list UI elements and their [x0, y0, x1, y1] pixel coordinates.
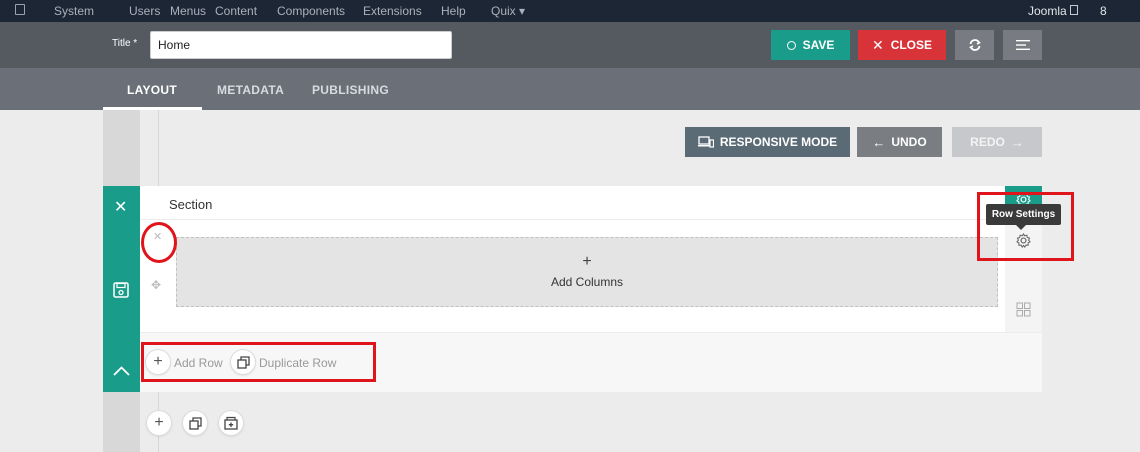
builder-gutter-bottom: [103, 392, 140, 452]
tab-layout[interactable]: LAYOUT: [127, 83, 177, 97]
move-row-icon[interactable]: ✥: [151, 278, 161, 292]
site-name-link[interactable]: Joomla: [1028, 4, 1067, 18]
title-label: Title *: [112, 38, 138, 49]
devices-icon: [697, 136, 714, 148]
undo-button[interactable]: ← UNDO: [857, 127, 942, 157]
menu-quix[interactable]: Quix ▾: [491, 4, 525, 18]
tab-metadata[interactable]: METADATA: [217, 83, 284, 97]
add-columns-plus-icon: +: [582, 253, 592, 270]
close-icon: ✕: [871, 36, 884, 53]
redo-label: REDO: [970, 135, 1005, 149]
user-count-badge[interactable]: 8: [1100, 4, 1107, 18]
add-columns-area[interactable]: + Add Columns: [176, 237, 998, 307]
add-section-button[interactable]: +: [146, 410, 172, 436]
section-library-button[interactable]: [218, 410, 244, 436]
menu-help[interactable]: Help: [441, 4, 466, 18]
menu-system[interactable]: System: [54, 4, 94, 18]
section-title: Section: [169, 197, 213, 212]
annotation-ellipse: [141, 222, 177, 263]
menu-extensions[interactable]: Extensions: [363, 4, 422, 18]
external-link-icon: [1070, 5, 1078, 15]
remove-section-icon[interactable]: ✕: [114, 197, 127, 217]
title-input[interactable]: [150, 31, 452, 59]
arrow-left-icon: ←: [872, 134, 886, 150]
responsive-mode-button[interactable]: RESPONSIVE MODE: [685, 127, 850, 157]
hamburger-icon: [1015, 40, 1030, 50]
joomla-logo-icon[interactable]: [15, 4, 25, 15]
save-section-icon[interactable]: [113, 282, 129, 298]
duplicate-icon: [188, 416, 202, 430]
builder-gutter: [103, 110, 140, 186]
collapse-chevron-icon[interactable]: [113, 366, 130, 376]
save-label: SAVE: [802, 38, 835, 52]
annotation-box-row-settings: [977, 192, 1074, 261]
admin-topnav: System Users Menus Content Components Ex…: [0, 0, 1140, 22]
redo-button[interactable]: REDO →: [952, 127, 1042, 157]
arrow-right-icon: →: [1010, 134, 1024, 150]
menu-users[interactable]: Users: [129, 4, 160, 18]
add-columns-label: Add Columns: [550, 275, 624, 289]
guide-line: [158, 110, 159, 186]
menu-content[interactable]: Content: [215, 4, 257, 18]
menu-button[interactable]: [1003, 30, 1042, 60]
responsive-mode-label: RESPONSIVE MODE: [719, 135, 838, 149]
library-icon: [224, 416, 238, 430]
undo-label: UNDO: [891, 135, 927, 149]
duplicate-section-button[interactable]: [182, 410, 208, 436]
plus-icon: +: [154, 414, 164, 431]
title-toolbar: Title * SAVE ✕ CLOSE: [0, 22, 1140, 68]
close-label: CLOSE: [890, 38, 933, 52]
annotation-box-row-actions: [141, 342, 376, 382]
editor-tabs: LAYOUT METADATA PUBLISHING: [0, 68, 1140, 110]
tab-publishing[interactable]: PUBLISHING: [312, 83, 389, 97]
refresh-button[interactable]: [955, 30, 994, 60]
refresh-icon: [968, 39, 981, 51]
section-toolbar: ✕: [103, 186, 140, 392]
column-layout-icon[interactable]: [1016, 302, 1031, 317]
menu-menus[interactable]: Menus: [170, 4, 206, 18]
section-divider: [140, 219, 1005, 220]
menu-components[interactable]: Components: [277, 4, 345, 18]
circle-icon: [786, 40, 796, 50]
save-button[interactable]: SAVE: [771, 30, 850, 60]
close-button[interactable]: ✕ CLOSE: [858, 30, 946, 60]
